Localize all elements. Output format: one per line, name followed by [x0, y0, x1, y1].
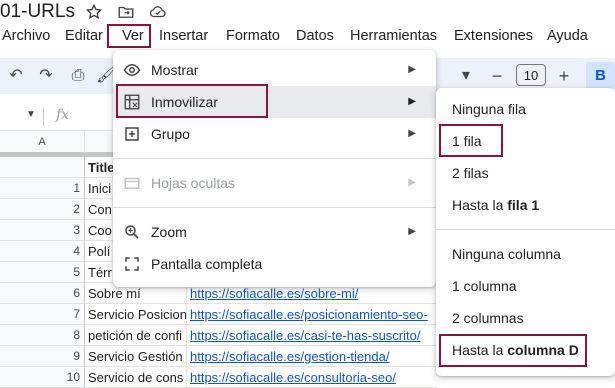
menu-divider	[113, 207, 436, 208]
bold-button[interactable]: B	[586, 62, 615, 90]
fullscreen-icon	[125, 257, 139, 271]
hasta-columna-highlight-box	[439, 334, 587, 367]
submenu-hasta-fila-prefix: Hasta la	[452, 197, 508, 213]
inmovilizar-highlight-box	[116, 84, 268, 118]
font-size-input[interactable]: 10	[516, 64, 546, 86]
cell-title[interactable]: Servicio Gestión	[85, 346, 187, 367]
fx-icon: fx	[56, 107, 70, 123]
menu-formato[interactable]: Formato	[226, 25, 280, 47]
menu-item-label: Zoom	[151, 224, 187, 240]
menu-item-pantalla-completa[interactable]: Pantalla completa	[113, 248, 436, 280]
submenu-dos-columnas[interactable]: 2 columnas	[436, 302, 615, 334]
submenu-ninguna-fila[interactable]: Ninguna fila	[436, 93, 615, 125]
ver-highlight-box	[107, 24, 151, 48]
menu-datos[interactable]: Datos	[296, 25, 334, 47]
plus-box-icon	[125, 127, 139, 141]
zoom-icon	[125, 225, 139, 239]
submenu-arrow-icon: ▶	[408, 128, 416, 139]
submenu-arrow-icon: ▶	[408, 177, 416, 188]
row-number[interactable]: 6	[0, 283, 85, 304]
divider	[43, 108, 44, 126]
submenu-dos-filas[interactable]: 2 filas	[436, 157, 615, 189]
cell-title[interactable]: Servicio Posicion	[85, 304, 187, 325]
move-folder-icon[interactable]	[117, 3, 135, 21]
row-number[interactable]: 5	[0, 262, 85, 283]
menu-archivo[interactable]: Archivo	[2, 25, 50, 47]
cell-title[interactable]: Servicio de cons	[85, 367, 187, 388]
una-fila-highlight-box	[439, 124, 503, 157]
eye-icon	[123, 63, 141, 77]
column-header-a[interactable]: A	[0, 131, 85, 153]
row-number[interactable]: 4	[0, 241, 85, 262]
menu-item-label: Pantalla completa	[151, 256, 263, 272]
menu-item-hojas-ocultas: Hojas ocultas ▶	[113, 167, 436, 199]
menu-herramientas[interactable]: Herramientas	[350, 25, 437, 47]
menu-extensiones[interactable]: Extensiones	[454, 25, 533, 47]
submenu-una-columna[interactable]: 1 columna	[436, 270, 615, 302]
undo-icon[interactable]: ↶	[6, 66, 26, 86]
cell-url-link[interactable]: https://sofiacalle.es/gestion-tienda/	[187, 346, 437, 367]
star-icon[interactable]	[85, 3, 103, 21]
submenu-arrow-icon: ▶	[408, 64, 416, 75]
row-number[interactable]: 3	[0, 220, 85, 241]
menu-divider	[113, 158, 436, 159]
cell-url-link[interactable]: https://sofiacalle.es/consultoria-seo/	[187, 367, 437, 388]
cell-title[interactable]: petición de confi	[85, 325, 187, 346]
row-number[interactable]: 10	[0, 367, 85, 388]
menu-insertar[interactable]: Insertar	[159, 25, 208, 47]
row-number[interactable]: 8	[0, 325, 85, 346]
menu-item-label: Grupo	[151, 126, 190, 142]
row-number[interactable]: 9	[0, 346, 85, 367]
print-icon[interactable]: ⎙	[68, 66, 88, 86]
menu-divider	[436, 229, 615, 230]
row-number[interactable]: 2	[0, 199, 85, 220]
menu-item-label: Hojas ocultas	[151, 175, 236, 191]
cell-url-link[interactable]: https://sofiacalle.es/casi-te-has-suscri…	[187, 325, 437, 346]
submenu-hasta-fila-bold: fila 1	[507, 197, 540, 213]
name-box-dropdown-icon[interactable]: ▼	[26, 109, 36, 120]
submenu-hasta-fila[interactable]: Hasta la fila 1	[436, 189, 615, 221]
menu-ayuda[interactable]: Ayuda	[547, 25, 588, 47]
hidden-sheets-icon	[124, 177, 140, 189]
menu-item-zoom[interactable]: Zoom ▶	[113, 216, 436, 248]
menu-editar[interactable]: Editar	[65, 25, 103, 47]
row-number[interactable]: 1	[0, 178, 85, 199]
increase-font-size-icon[interactable]: +	[554, 66, 574, 86]
decrease-font-size-icon[interactable]: −	[487, 66, 507, 86]
row-number[interactable]	[0, 157, 85, 178]
font-dropdown-arrow-icon[interactable]: ▾	[456, 66, 476, 86]
submenu-arrow-icon: ▶	[408, 226, 416, 237]
menu-item-grupo[interactable]: Grupo ▶	[113, 118, 436, 150]
row-number[interactable]: 7	[0, 304, 85, 325]
menu-item-label: Mostrar	[151, 62, 199, 78]
submenu-arrow-icon: ▶	[408, 96, 416, 107]
cloud-saved-icon[interactable]	[149, 3, 167, 21]
document-title[interactable]: 01-URLs	[0, 0, 75, 24]
submenu-ninguna-columna[interactable]: Ninguna columna	[436, 238, 615, 270]
menu-item-mostrar[interactable]: Mostrar ▶	[113, 54, 436, 86]
cell-url-link[interactable]: https://sofiacalle.es/posicionamiento-se…	[187, 304, 437, 325]
redo-icon[interactable]: ↷	[36, 66, 56, 86]
